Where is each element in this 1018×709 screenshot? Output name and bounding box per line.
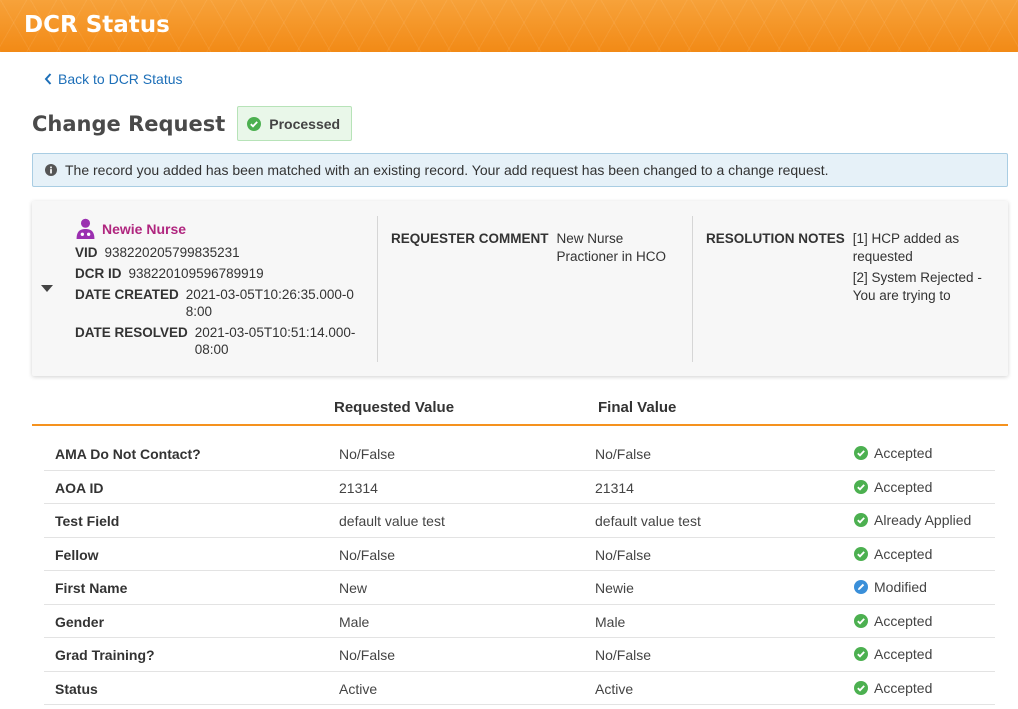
app-header: DCR Status	[0, 0, 1018, 52]
row-status: Accepted	[854, 445, 932, 461]
row-field-name: Status	[55, 680, 98, 697]
row-requested-value: No/False	[339, 446, 396, 462]
row-requested-value: No/False	[339, 647, 396, 663]
hcp-person-icon	[76, 218, 95, 239]
vid-label: VID	[75, 245, 98, 260]
row-status: Already Applied	[854, 512, 971, 528]
check-circle-icon	[854, 680, 868, 695]
row-status: Accepted	[854, 546, 932, 562]
status-badge: Processed	[237, 106, 353, 141]
dcr-summary-card: Newie Nurse VID 938220205799835231 DCR I…	[32, 201, 1008, 376]
back-to-dcr-status-link[interactable]: Back to DCR Status	[44, 71, 183, 87]
row-field-name: Test Field	[55, 513, 120, 529]
row-status: Accepted	[854, 479, 932, 495]
row-final-value: Male	[595, 613, 626, 630]
date-resolved-label: DATE RESOLVED	[75, 325, 188, 340]
row-status-label: Accepted	[874, 646, 933, 662]
table-row: AMA Do Not Contact? No/False No/False Accep…	[44, 437, 995, 471]
requester-comment-label: REQUESTER COMMENT	[391, 231, 549, 246]
check-circle-icon	[854, 613, 868, 628]
column-divider	[377, 216, 378, 362]
row-requested-value: No/False	[339, 546, 396, 563]
row-status: Accepted	[854, 613, 932, 629]
check-circle-icon	[854, 479, 868, 494]
requested-value-header: Requested Value	[334, 399, 455, 416]
row-final-value: No/False	[595, 546, 652, 563]
page-title: Change Request	[32, 111, 226, 136]
chevron-left-icon	[44, 73, 52, 85]
check-circle-icon	[854, 513, 868, 527]
row-field-name: Grad Training?	[55, 647, 155, 663]
row-field-name: AMA Do Not Contact?	[55, 446, 201, 462]
row-status: Accepted	[854, 680, 932, 696]
row-field-name: Gender	[55, 613, 105, 630]
table-row: First Name New Newie Modified	[44, 571, 995, 605]
change-table-body: AMA Do Not Contact? No/False No/False Accep…	[44, 437, 995, 705]
row-status-label: Accepted	[874, 545, 933, 562]
table-row: Grad Training? No/False No/False Accepted	[44, 638, 995, 672]
row-status-label: Modified	[874, 579, 927, 595]
row-field-name: AOA ID	[55, 479, 104, 496]
date-resolved-value: 2021-03-05T10:51:14.000-08:00	[194, 325, 356, 357]
check-circle-icon	[854, 647, 868, 661]
resolution-notes-label: RESOLUTION NOTES	[706, 231, 845, 246]
row-final-value: No/False	[595, 446, 652, 462]
row-final-value: Active	[595, 680, 634, 697]
table-row: AOA ID 21314 21314 Accepted	[44, 471, 995, 504]
check-circle-icon	[247, 116, 262, 131]
row-status-label: Already Applied	[874, 512, 972, 528]
check-circle-icon	[854, 446, 868, 460]
row-final-value: 21314	[595, 479, 634, 496]
row-field-name: Fellow	[55, 546, 99, 563]
table-row: Test Field default value test default valu…	[44, 504, 995, 538]
row-status-label: Accepted	[874, 445, 933, 461]
check-circle-icon	[854, 546, 868, 561]
dcr-id-label: DCR ID	[75, 266, 122, 281]
vid-value: 938220205799835231	[104, 245, 240, 260]
row-field-name: First Name	[55, 580, 128, 596]
info-banner-message: The record you added has been matched wi…	[65, 162, 829, 178]
resolution-note: [1] HCP added as requested	[852, 231, 960, 264]
column-divider	[692, 216, 693, 362]
row-status-label: Accepted	[874, 612, 933, 629]
hcp-name-link[interactable]: Newie Nurse	[102, 221, 186, 237]
row-requested-value: New	[339, 580, 368, 596]
status-badge-label: Processed	[269, 115, 341, 132]
requester-comment-value: New Nurse Practioner in HCO	[556, 231, 667, 264]
info-banner: The record you added has been matched wi…	[32, 153, 1008, 187]
date-created-value: 2021-03-05T10:26:35.000-08:00	[185, 287, 354, 319]
row-status: Modified	[854, 579, 927, 595]
row-requested-value: Male	[339, 613, 370, 630]
back-link-label[interactable]: Back to DCR Status	[58, 71, 183, 87]
final-value-header: Final Value	[598, 399, 677, 416]
table-header: Requested Value Final Value	[32, 391, 1008, 426]
dcr-id-value: 938220109596789919	[128, 266, 264, 281]
app-title: DCR Status	[24, 12, 170, 38]
row-requested-value: 21314	[339, 479, 378, 496]
resolution-notes-value[interactable]: [1] HCP added as requested [2] System Re…	[853, 230, 991, 308]
row-requested-value: Active	[339, 680, 378, 697]
resolution-note: [2] System Rejected - You are trying to	[852, 270, 982, 303]
date-created-label: DATE CREATED	[75, 287, 179, 302]
row-status-label: Accepted	[874, 478, 933, 495]
row-status: Accepted	[854, 646, 932, 662]
table-row: Gender Male Male Accepted	[44, 605, 995, 638]
pencil-circle-icon	[854, 580, 868, 594]
info-icon	[45, 164, 57, 176]
row-final-value: Newie	[595, 580, 634, 596]
row-status-label: Accepted	[874, 679, 933, 696]
caret-down-icon[interactable]	[41, 285, 53, 293]
row-final-value: default value test	[595, 513, 701, 529]
row-final-value: No/False	[595, 647, 652, 663]
table-row: Fellow No/False No/False Accepted	[44, 538, 995, 571]
table-row: Status Active Active Accepted	[44, 672, 995, 705]
row-requested-value: default value test	[339, 513, 445, 529]
